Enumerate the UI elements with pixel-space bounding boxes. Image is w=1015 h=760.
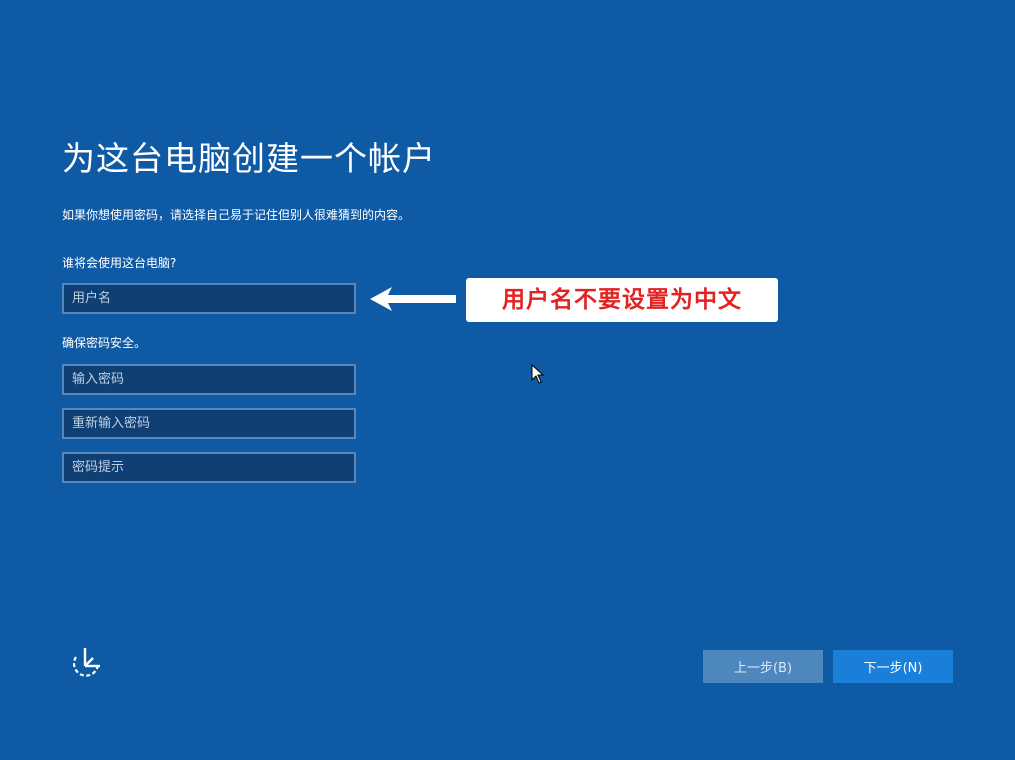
page-title: 为这台电脑创建一个帐户	[62, 139, 436, 178]
back-button[interactable]: 上一步(B)	[703, 650, 823, 683]
page-subtitle: 如果你想使用密码，请选择自己易于记住但别人很难猜到的内容。	[62, 208, 411, 222]
annotation-arrow	[368, 285, 458, 317]
mouse-pointer-icon	[531, 363, 545, 388]
password-section-label: 确保密码安全。	[62, 336, 147, 350]
username-input[interactable]	[62, 283, 356, 314]
annotation-callout: 用户名不要设置为中文	[466, 278, 778, 322]
password-hint-input[interactable]	[62, 452, 356, 483]
next-button[interactable]: 下一步(N)	[833, 650, 953, 683]
password-input[interactable]	[62, 364, 356, 395]
password-confirm-input[interactable]	[62, 408, 356, 439]
ease-of-access-icon[interactable]	[66, 645, 104, 681]
user-question-label: 谁将会使用这台电脑?	[62, 256, 177, 270]
